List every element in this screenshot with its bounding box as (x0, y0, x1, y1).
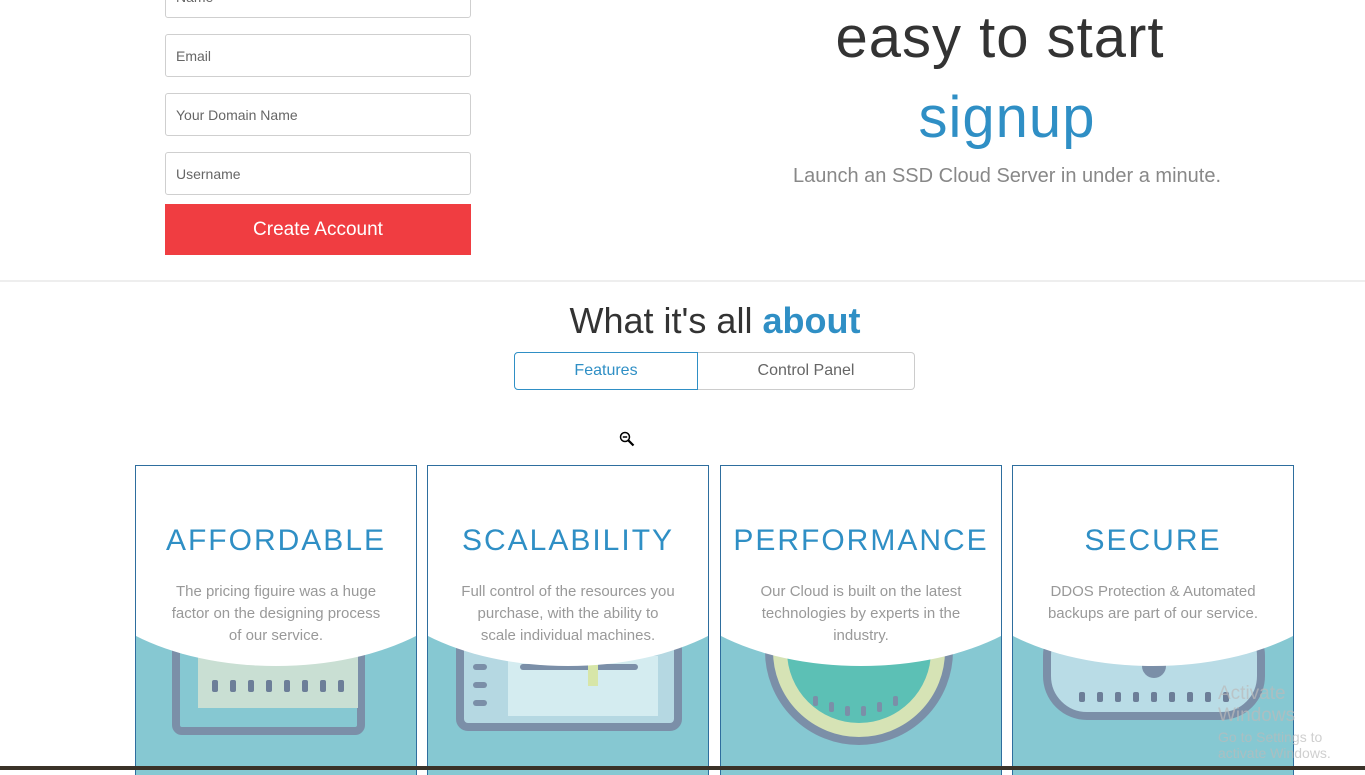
email-field[interactable] (165, 34, 471, 77)
feature-card-scalability: SCALABILITY Full control of the resource… (427, 465, 709, 775)
hero-heading: easy to start (835, 5, 1165, 70)
tab-features[interactable]: Features (514, 352, 698, 390)
watermark-line1: Activate Windows (1218, 683, 1296, 726)
feature-title: PERFORMANCE (733, 524, 989, 557)
feature-title: SCALABILITY (461, 524, 675, 557)
tab-control-panel[interactable]: Control Panel (698, 352, 915, 390)
bottom-strip (0, 766, 1365, 770)
zoom-out-cursor-icon (619, 431, 635, 447)
domain-field[interactable] (165, 93, 471, 136)
create-account-button[interactable]: Create Account (165, 204, 471, 255)
watermark-line2: Go to Settings to activate Windows. (1218, 729, 1331, 761)
feature-tabs: Features Control Panel (514, 352, 915, 390)
username-field[interactable] (165, 152, 471, 195)
feature-card-affordable: AFFORDABLE The pricing figuire was a hug… (135, 465, 417, 775)
section-divider (0, 280, 1365, 282)
feature-description: DDOS Protection & Automated backups are … (1047, 583, 1259, 622)
feature-description: The pricing figuire was a huge factor on… (171, 583, 381, 644)
feature-title: SECURE (1084, 524, 1222, 557)
feature-card-performance: PERFORMANCE Our Cloud is built on the la… (720, 465, 1002, 775)
feature-title: AFFORDABLE (165, 524, 387, 557)
windows-activation-watermark: Activate Windows Go to Settings to activ… (1218, 683, 1365, 761)
name-field[interactable] (165, 0, 471, 18)
feature-description: Our Cloud is built on the latest technol… (760, 583, 962, 644)
section-title-prefix: What it's all (569, 300, 753, 341)
feature-description: Full control of the resources you purcha… (461, 583, 675, 644)
hero-subtitle: Launch an SSD Cloud Server in under a mi… (792, 165, 1222, 187)
hero-accent-heading: signup (918, 85, 1096, 150)
section-title: What it's all about (0, 300, 1365, 342)
section-title-accent: about (762, 300, 861, 341)
